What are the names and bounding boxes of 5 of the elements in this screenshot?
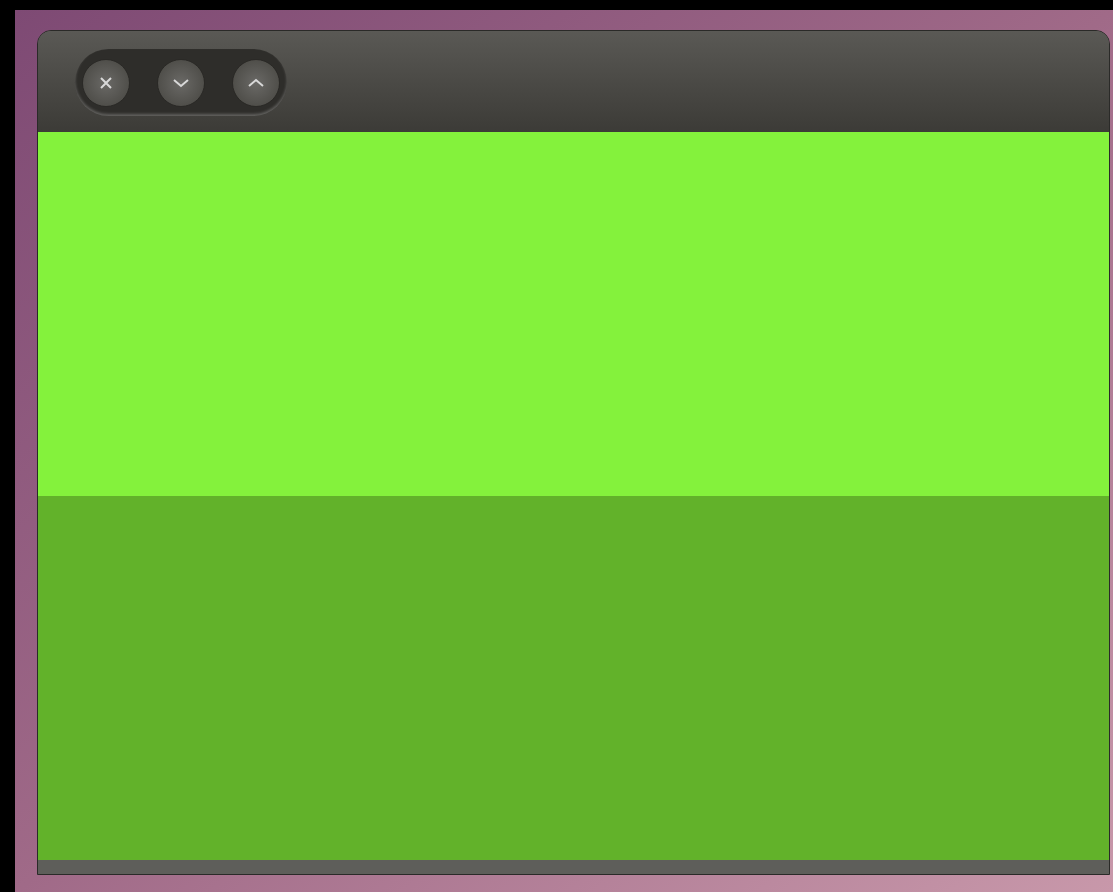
close-icon [98, 74, 114, 91]
chevron-up-icon [247, 76, 265, 89]
maximize-button[interactable] [232, 58, 280, 107]
close-button[interactable] [82, 58, 130, 107]
chevron-down-icon [172, 76, 190, 89]
